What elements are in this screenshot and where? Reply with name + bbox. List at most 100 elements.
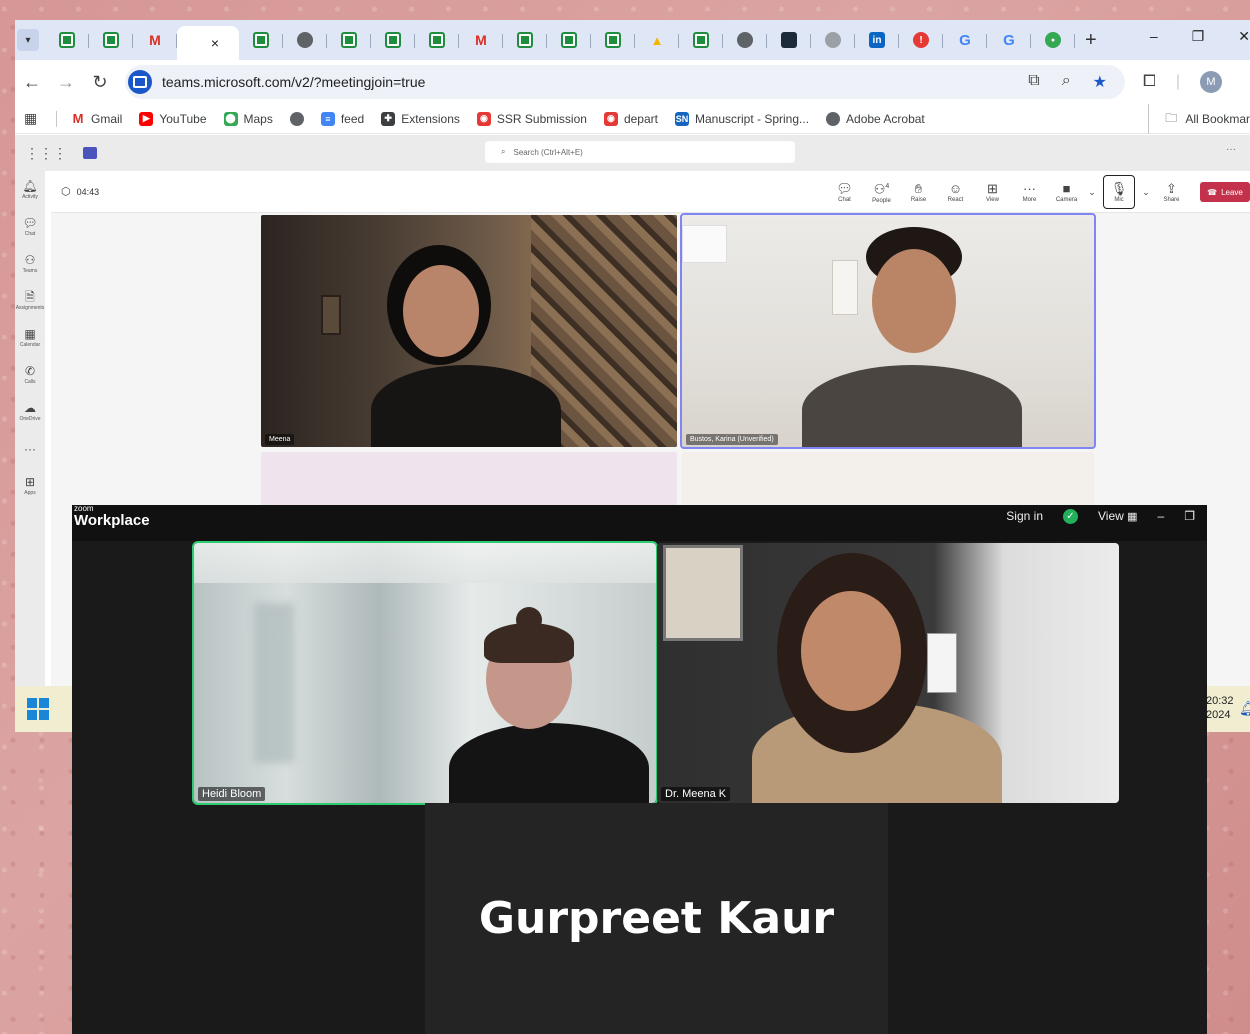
forward-button[interactable]: → xyxy=(49,72,83,93)
control-label: View xyxy=(986,196,999,203)
video-tile[interactable]: Meena xyxy=(261,215,677,447)
browser-tab[interactable]: ▲ xyxy=(635,24,679,56)
teams-icon: ⚇ xyxy=(24,252,36,267)
participant-name: Heidi Bloom xyxy=(198,787,266,801)
browser-tab[interactable]: M xyxy=(459,24,503,56)
close-tab-icon[interactable]: × xyxy=(211,35,219,51)
maps-icon: ⬤ xyxy=(223,111,238,126)
bookmark-item[interactable]: Adobe Acrobat xyxy=(826,111,925,126)
bookmark-item[interactable] xyxy=(289,111,304,126)
chevron-down-icon[interactable]: ⌄ xyxy=(1139,175,1153,209)
sign-in-button[interactable]: Sign in xyxy=(1006,509,1043,523)
restore-button[interactable]: ❐ xyxy=(1192,28,1205,45)
bookmark-star-icon[interactable]: ★ xyxy=(1093,72,1107,92)
zoom-video-tile-active-speaker[interactable]: Heidi Bloom xyxy=(192,541,658,805)
browser-tab[interactable]: ● xyxy=(1031,24,1075,56)
teams-search-input[interactable]: ⌕ Search (Ctrl+Alt+E) xyxy=(485,141,795,163)
view-button[interactable]: ⊞ View xyxy=(974,175,1011,209)
sheets-icon xyxy=(385,32,401,48)
browser-tab[interactable] xyxy=(89,24,133,56)
browser-tab[interactable]: G xyxy=(987,24,1031,56)
browser-tab[interactable] xyxy=(415,24,459,56)
clock-date: 2024 xyxy=(1206,709,1231,721)
browser-tab-active[interactable]: × xyxy=(177,26,239,60)
browser-tab[interactable] xyxy=(239,24,283,56)
browser-tab[interactable] xyxy=(503,24,547,56)
browser-tab[interactable] xyxy=(371,24,415,56)
participant-name-large: Gurpreet Kaur xyxy=(478,893,835,944)
browser-tab[interactable]: G xyxy=(943,24,987,56)
encryption-shield-icon[interactable]: ✓ xyxy=(1063,508,1078,524)
bookmark-item[interactable]: ▶ YouTube xyxy=(139,111,207,126)
bookmark-item[interactable]: M Gmail xyxy=(71,111,123,126)
share-button[interactable]: ⇪ Share xyxy=(1153,175,1190,209)
close-window-button[interactable]: ✕ xyxy=(1238,28,1250,45)
bookmark-item[interactable]: ⬤ Maps xyxy=(223,111,273,126)
browser-tab[interactable] xyxy=(547,24,591,56)
rail-item-calendar[interactable]: ▦ Calendar xyxy=(15,319,45,356)
zoom-no-video-tile[interactable]: Gurpreet Kaur xyxy=(425,803,888,1034)
more-button[interactable]: ··· More xyxy=(1011,175,1048,209)
browser-tab[interactable] xyxy=(591,24,635,56)
reload-button[interactable]: ↻ xyxy=(83,72,117,93)
rail-item-more[interactable]: ··· xyxy=(15,430,45,467)
url-text[interactable]: teams.microsoft.com/v2/?meetingjoin=true xyxy=(162,74,1028,90)
browser-tab[interactable] xyxy=(811,24,855,56)
video-tile-active-speaker[interactable]: Bustos, Karina (Unverified) xyxy=(680,213,1096,449)
rail-label: Chat xyxy=(24,230,36,237)
bookmark-item[interactable]: ≡ feed xyxy=(320,111,364,126)
view-button[interactable]: View ▦ xyxy=(1098,509,1138,523)
browser-tab[interactable] xyxy=(327,24,371,56)
chat-button[interactable]: 💬︎ Chat xyxy=(826,175,863,209)
bookmark-item[interactable]: SN Manuscript - Spring... xyxy=(674,111,809,126)
zoom-video-tile[interactable]: Dr. Meena K xyxy=(657,543,1119,803)
rail-item-teams[interactable]: ⚇ Teams xyxy=(15,245,45,282)
people-button[interactable]: ⚇4 People xyxy=(863,175,900,209)
camera-button[interactable]: ■ Camera xyxy=(1048,175,1085,209)
browser-tab[interactable]: ! xyxy=(899,24,943,56)
browser-tab[interactable]: in xyxy=(855,24,899,56)
minimize-button[interactable]: – xyxy=(1150,28,1158,45)
rail-item-calls[interactable]: ✆ Calls xyxy=(15,356,45,393)
site-info-icon[interactable] xyxy=(128,70,152,94)
profile-avatar[interactable]: M xyxy=(1199,71,1222,93)
rail-item-chat[interactable]: 💬︎ Chat xyxy=(15,208,45,245)
all-bookmarks-button[interactable]: 🗀 All Bookmar xyxy=(1148,104,1250,134)
new-tab-button[interactable]: + xyxy=(1085,29,1097,52)
app-launcher-icon[interactable]: ⋮⋮⋮ xyxy=(25,145,67,162)
rail-item-onedrive[interactable]: ☁︎ OneDrive xyxy=(15,393,45,430)
windows-start-icon[interactable] xyxy=(27,698,49,720)
notification-bell-icon[interactable]: 🔔︎ xyxy=(1239,700,1250,717)
zoom-restore-button[interactable]: ❐ xyxy=(1184,509,1195,523)
browser-tab[interactable] xyxy=(45,24,89,56)
bookmark-item[interactable]: ✚ Extensions xyxy=(381,111,460,126)
install-app-icon[interactable]: ⧉ xyxy=(1028,72,1039,92)
mic-button[interactable]: 🎙︎ Mic xyxy=(1103,175,1135,209)
zoom-logo: zoom Workplace xyxy=(74,505,150,528)
browser-tab[interactable] xyxy=(283,24,327,56)
raise-icon: ✋︎ xyxy=(914,180,923,196)
chevron-down-icon[interactable]: ⌄ xyxy=(1085,175,1099,209)
back-button[interactable]: ← xyxy=(15,72,49,93)
more-options-icon[interactable]: ··· xyxy=(1226,144,1236,155)
rail-item-apps[interactable]: ⊞ Apps xyxy=(15,467,45,504)
browser-tab[interactable] xyxy=(679,24,723,56)
taskbar-clock[interactable]: 20:32 2024 xyxy=(1206,694,1234,722)
bookmark-item[interactable]: ◉ depart xyxy=(603,111,658,126)
bookmark-item[interactable]: ◉ SSR Submission xyxy=(476,111,587,126)
zoom-magnifier-icon[interactable]: ⌕ xyxy=(1062,72,1071,92)
browser-tab[interactable] xyxy=(767,24,811,56)
zoom-minimize-button[interactable]: – xyxy=(1158,509,1165,523)
extensions-icon[interactable]: ⧠ xyxy=(1143,73,1156,91)
rail-item-activity[interactable]: 🔔︎ Activity xyxy=(15,171,45,208)
apps-grid-icon[interactable]: ▦ xyxy=(24,110,42,127)
raise-button[interactable]: ✋︎ Raise xyxy=(900,175,937,209)
meeting-timer: 04:43 xyxy=(76,186,100,197)
react-button[interactable]: ☺ React xyxy=(937,175,974,209)
tab-search-chevron-icon[interactable]: ▾ xyxy=(17,29,39,51)
browser-tab[interactable] xyxy=(723,24,767,56)
rail-item-assignments[interactable]: 🗎 Assignments xyxy=(15,282,45,319)
address-bar[interactable]: teams.microsoft.com/v2/?meetingjoin=true… xyxy=(125,65,1125,99)
browser-tab[interactable]: M xyxy=(133,24,177,56)
leave-button[interactable]: ☎︎ Leave xyxy=(1200,182,1250,202)
